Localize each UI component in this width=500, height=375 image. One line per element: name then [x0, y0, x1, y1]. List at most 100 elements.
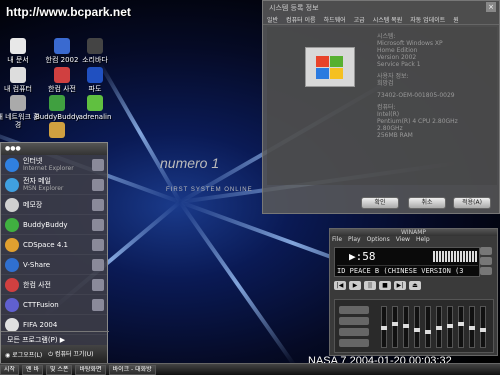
- eq-preset-button[interactable]: [339, 317, 369, 325]
- winamp-menu-item[interactable]: File: [332, 236, 342, 244]
- eq-knob[interactable]: [381, 326, 387, 330]
- item-title: 메모장: [23, 200, 43, 209]
- side-button[interactable]: [480, 247, 492, 255]
- desktop-icon-extra[interactable]: [35, 122, 79, 140]
- taskbar: 시작 엔 바빛 스폰 바탕화면 바이크 - 대화방: [0, 363, 500, 375]
- eq-knob[interactable]: [469, 326, 475, 330]
- info-line: Service Pack 1: [377, 61, 421, 68]
- eq-slider[interactable]: [447, 306, 453, 348]
- taskbar-button[interactable]: 바이크 - 대화방: [108, 364, 156, 375]
- eq-slider[interactable]: [381, 306, 387, 348]
- ok-button[interactable]: 확인: [361, 197, 399, 209]
- taskbar-button[interactable]: 바탕화면: [75, 364, 106, 375]
- winamp-menu-item[interactable]: Help: [416, 236, 430, 244]
- side-button[interactable]: [480, 257, 492, 265]
- tab[interactable]: 고급: [354, 15, 365, 24]
- all-programs-button[interactable]: 모든 프로그램(P) ▶: [1, 331, 109, 345]
- control-button[interactable]: |◀: [334, 281, 346, 290]
- tab[interactable]: 원: [453, 15, 459, 24]
- taskbar-button[interactable]: 엔 바: [22, 364, 43, 375]
- info-line: 시스템:: [377, 33, 396, 40]
- song-title: ID PEACE B (CHINESE VERSION (3: [337, 265, 478, 275]
- winamp-menu-item[interactable]: View: [396, 236, 410, 244]
- tab[interactable]: 자동 업데이트: [410, 15, 445, 24]
- eq-preset-button[interactable]: [339, 306, 369, 314]
- eq-knob[interactable]: [414, 327, 420, 332]
- info-line: Microsoft Windows XP: [377, 40, 443, 47]
- side-icon[interactable]: [92, 219, 104, 231]
- side-button[interactable]: [480, 267, 492, 275]
- desktop-icon-network[interactable]: 내 네트워크 환경: [0, 95, 40, 129]
- side-icon[interactable]: [92, 259, 104, 271]
- shutdown-button[interactable]: ⏻ 컴퓨터 끄기(U): [48, 349, 93, 359]
- control-button[interactable]: ⏏: [409, 281, 421, 290]
- eq-slider[interactable]: [392, 306, 398, 348]
- eq-slider[interactable]: [403, 306, 409, 348]
- item-title: 인터넷: [23, 157, 43, 165]
- tab[interactable]: 컴퓨터 이름: [286, 15, 316, 24]
- cancel-button[interactable]: 취소: [408, 197, 446, 209]
- computer-icon: [10, 67, 26, 83]
- winamp-menu-item[interactable]: Play: [348, 236, 361, 244]
- control-button[interactable]: ||: [364, 281, 376, 290]
- eq-preset-button[interactable]: [339, 328, 369, 336]
- start-menu-side-icons: [89, 155, 107, 319]
- visualizer: [433, 251, 477, 262]
- eq-slider[interactable]: [458, 306, 464, 348]
- control-button[interactable]: ■: [379, 281, 391, 290]
- side-icon[interactable]: [92, 279, 104, 291]
- eq-knob[interactable]: [403, 324, 409, 329]
- desktop-icon-my-documents[interactable]: 내 문서: [0, 38, 40, 64]
- eq-knob[interactable]: [447, 324, 453, 329]
- eq-knob[interactable]: [425, 329, 431, 334]
- logoff-button[interactable]: ◉ 로그오프(L): [5, 350, 42, 359]
- eq-preset-button[interactable]: [339, 339, 369, 347]
- eq-knob[interactable]: [458, 322, 464, 327]
- desktop-icon-pado[interactable]: 파도: [73, 67, 117, 93]
- winamp-display: ▶:58 ID PEACE B (CHINESE VERSION (3: [334, 247, 480, 277]
- item-title: 한컴 사전: [23, 280, 51, 289]
- info-line: Version 2002: [377, 54, 417, 61]
- item-title: FIFA 2004: [23, 320, 58, 329]
- pado-icon: [87, 67, 103, 83]
- winamp-equalizer: [334, 299, 494, 353]
- tab[interactable]: 일반: [267, 15, 278, 24]
- eq-slider[interactable]: [436, 306, 442, 348]
- item-subtitle: MSN Explorer: [23, 185, 64, 192]
- dialog-title: 시스템 등록 정보: [269, 4, 319, 12]
- desktop-icon-soribada[interactable]: 소리바다: [73, 38, 117, 64]
- side-icon[interactable]: [92, 159, 104, 171]
- close-button[interactable]: ×: [486, 2, 496, 12]
- winamp-title: WINAMP: [330, 229, 497, 236]
- eq-knob[interactable]: [480, 327, 486, 332]
- apply-button[interactable]: 적용(A): [453, 197, 491, 209]
- tab[interactable]: 시스템 복원: [373, 15, 403, 24]
- tab[interactable]: 하드웨어: [324, 15, 346, 24]
- adrenalin-icon: [87, 95, 103, 111]
- winamp-menu-item[interactable]: Options: [367, 236, 390, 244]
- info-line: 256MB RAM: [377, 132, 413, 139]
- folder-icon: [10, 38, 26, 54]
- side-icon[interactable]: [92, 239, 104, 251]
- side-icon[interactable]: [92, 299, 104, 311]
- info-line: 사용자 정보:: [377, 73, 409, 80]
- side-icon[interactable]: [92, 179, 104, 191]
- control-button[interactable]: ▶|: [394, 281, 406, 290]
- eq-slider[interactable]: [425, 306, 431, 348]
- desktop-icon-my-computer[interactable]: 내 컴퓨터: [0, 67, 40, 93]
- network-icon: [10, 95, 26, 111]
- side-icon[interactable]: [92, 199, 104, 211]
- info-line: 2.80GHz: [377, 125, 403, 132]
- eq-slider[interactable]: [480, 306, 486, 348]
- info-line: 희망검: [377, 80, 394, 87]
- app-icon: [49, 122, 65, 138]
- taskbar-button[interactable]: 빛 스폰: [46, 364, 73, 375]
- eq-knob[interactable]: [436, 326, 442, 330]
- start-button[interactable]: 시작: [0, 364, 20, 375]
- eq-knob[interactable]: [392, 322, 398, 327]
- eq-slider[interactable]: [469, 306, 475, 348]
- control-button[interactable]: ▶: [349, 281, 361, 290]
- winamp-menu: File Play Options View Help: [330, 236, 497, 244]
- desktop-icon-adrenalin[interactable]: adrenalin: [73, 95, 117, 121]
- eq-slider[interactable]: [414, 306, 420, 348]
